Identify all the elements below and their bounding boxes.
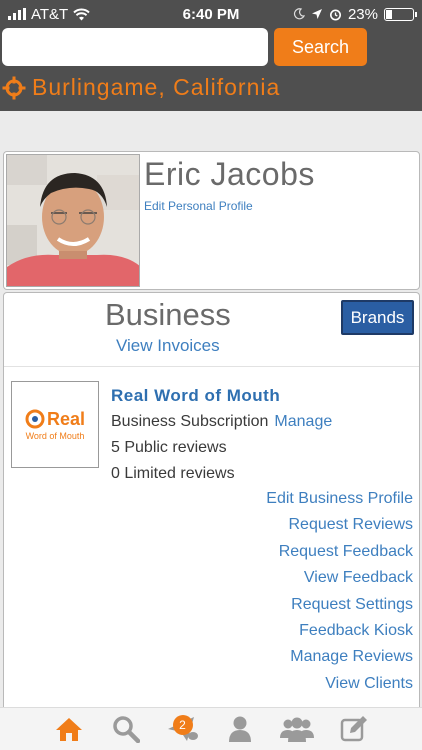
moon-icon: [293, 8, 305, 20]
edit-personal-profile-link[interactable]: Edit Personal Profile: [144, 199, 253, 213]
nav-messages[interactable]: 2: [163, 709, 203, 749]
status-right: 23%: [293, 5, 417, 23]
brands-button[interactable]: Brands: [341, 300, 414, 335]
profile-name: Eric Jacobs: [144, 156, 315, 192]
logo-mark-icon: [25, 409, 45, 429]
battery-percent: 23%: [347, 5, 378, 23]
messages-badge: 2: [172, 715, 193, 735]
battery-icon: [384, 7, 417, 21]
nav-profile[interactable]: [220, 709, 260, 749]
business-logo: Real Word of Mouth: [11, 381, 99, 468]
search-icon: [112, 716, 140, 743]
manage-subscription-link[interactable]: Manage: [274, 413, 332, 430]
header: Search Burlingame, California: [0, 28, 422, 111]
location-selector[interactable]: Burlingame, California: [2, 74, 280, 101]
view-feedback-link[interactable]: View Feedback: [266, 568, 413, 594]
subscription-label: Business Subscription: [111, 413, 269, 430]
request-settings-link[interactable]: Request Settings: [266, 595, 413, 621]
view-invoices-link[interactable]: View Invoices: [116, 336, 220, 356]
location-arrow-icon: [311, 9, 322, 19]
logo-text: Real: [46, 408, 86, 429]
location-label: Burlingame, California: [32, 74, 281, 100]
manage-reviews-link[interactable]: Manage Reviews: [266, 647, 413, 673]
compose-icon: [340, 716, 367, 742]
bottom-nav: 2: [0, 707, 422, 750]
alarm-icon: [329, 9, 341, 20]
search-input[interactable]: [2, 28, 268, 66]
avatar[interactable]: [6, 154, 140, 287]
status-bar: AT&T 6:40 PM 23%: [0, 0, 422, 28]
edit-business-profile-link[interactable]: Edit Business Profile: [266, 489, 413, 515]
request-feedback-link[interactable]: Request Feedback: [266, 542, 413, 568]
signal-icon: [8, 8, 26, 20]
nav-search[interactable]: [106, 709, 146, 749]
profile-icon: [228, 716, 251, 742]
search-button[interactable]: Search: [274, 28, 367, 66]
logo-subtext: Word of Mouth: [25, 430, 85, 441]
wifi-icon: [73, 8, 90, 20]
nav-home[interactable]: [49, 709, 89, 749]
public-reviews-count: 5 Public reviews: [111, 439, 227, 456]
groups-icon: [279, 717, 314, 742]
feedback-kiosk-link[interactable]: Feedback Kiosk: [266, 621, 413, 647]
status-left: AT&T: [8, 6, 90, 23]
request-reviews-link[interactable]: Request Reviews: [266, 515, 414, 541]
business-title: Business: [105, 297, 231, 332]
carrier-label: AT&T: [31, 5, 69, 23]
nav-compose[interactable]: [334, 709, 374, 749]
subscription-row: Business Subscription Manage: [111, 413, 332, 431]
target-icon: [2, 76, 26, 99]
battery-fill: [386, 9, 392, 19]
business-name-link[interactable]: Real Word of Mouth: [111, 386, 280, 406]
nav-groups[interactable]: [277, 709, 317, 749]
profile-card: Eric Jacobs Edit Personal Profile: [3, 151, 420, 290]
view-clients-link[interactable]: View Clients: [266, 674, 413, 700]
business-card: Business View Invoices Brands Real Word …: [3, 292, 420, 732]
divider: [4, 366, 419, 367]
limited-reviews-count: 0 Limited reviews: [111, 465, 235, 482]
business-actions: Edit Business Profile Request Reviews Re…: [266, 489, 413, 700]
home-icon: [55, 718, 82, 741]
